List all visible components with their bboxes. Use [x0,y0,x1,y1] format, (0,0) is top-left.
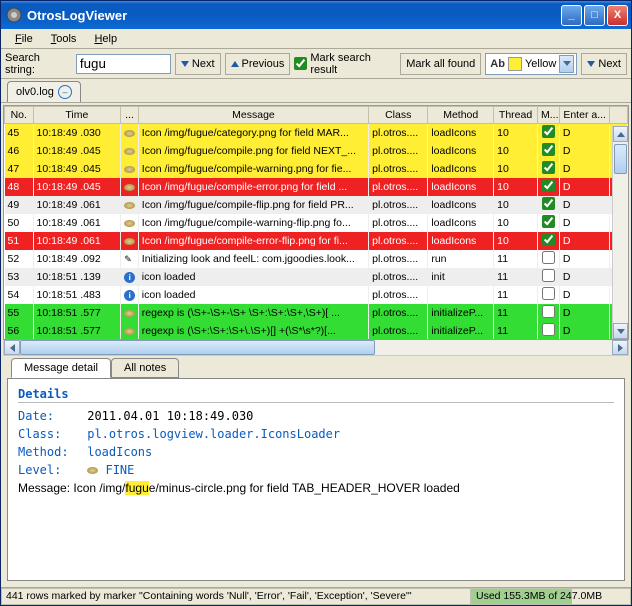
mark-checkbox[interactable] [542,251,555,264]
search-input[interactable] [76,54,171,74]
table-row[interactable]: 4910:18:49 .061Icon /img/fugue/compile-f… [5,196,628,214]
mark-checkbox[interactable] [542,305,555,318]
scroll-down-button[interactable] [613,323,628,339]
color-dropdown[interactable]: Ab Yellow [485,53,577,75]
mark-checkbox[interactable] [542,233,555,246]
next-button[interactable]: Next [175,53,221,75]
mark-checkbox[interactable] [542,179,555,192]
tab-all-notes[interactable]: All notes [111,358,179,378]
col-enter[interactable]: Enter a... [559,107,609,124]
mark-checkbox[interactable] [542,287,555,300]
table-row[interactable]: 5310:18:51 .139iicon loadedpl.otros....i… [5,268,628,286]
col-no[interactable]: No. [5,107,34,124]
menu-help[interactable]: Help [86,31,125,47]
arrow-down-icon [181,61,189,67]
app-icon [6,7,22,23]
status-message: 441 rows marked by marker "Containing wo… [1,588,471,605]
search-label: Search string: [5,52,72,76]
col-time[interactable]: Time [33,107,121,124]
scroll-up-button[interactable] [613,126,628,142]
minimize-button[interactable]: _ [561,5,582,26]
hscroll-thumb[interactable] [20,340,375,355]
close-tab-icon[interactable]: – [58,85,72,99]
arrow-up-icon [231,61,239,67]
tab-message-detail[interactable]: Message detail [11,358,111,378]
menubar: File Tools Help [1,29,631,49]
horizontal-scrollbar[interactable] [3,340,629,356]
previous-button[interactable]: Previous [225,53,291,75]
dropdown-arrow-icon [559,55,574,73]
table-row[interactable]: 5510:18:51 .577regexp is (\S+-\S+-\S+ \S… [5,304,628,322]
maximize-button[interactable]: □ [584,5,605,26]
scroll-right-button[interactable] [612,340,628,355]
mark-checkbox[interactable] [542,161,555,174]
titlebar[interactable]: OtrosLogViewer _ □ X [1,1,631,29]
col-class[interactable]: Class [369,107,428,124]
menu-file[interactable]: File [7,31,41,47]
col-level[interactable]: ... [121,107,139,124]
table-row[interactable]: 5110:18:49 .061Icon /img/fugue/compile-e… [5,232,628,250]
col-method[interactable]: Method [428,107,494,124]
detail-panel: Details Date: 2011.04.01 10:18:49.030 Cl… [7,378,625,581]
level-icon [87,467,98,474]
col-thread[interactable]: Thread [494,107,538,124]
table-row[interactable]: 5210:18:49 .092✎Initializing look and fe… [5,250,628,268]
mark-search-checkbox[interactable]: Mark search result [294,52,396,76]
table-row[interactable]: 4610:18:49 .045Icon /img/fugue/compile.p… [5,142,628,160]
statusbar: 441 rows marked by marker "Containing wo… [1,587,631,605]
scroll-thumb[interactable] [614,144,627,174]
menu-tools[interactable]: Tools [43,31,85,47]
color-swatch-icon [508,57,522,71]
arrow-down-icon [587,61,595,67]
memory-indicator[interactable]: Used 155.3MB of 247.0MB [471,588,631,605]
mark-checkbox[interactable] [542,269,555,282]
table-row[interactable]: 5010:18:49 .061Icon /img/fugue/compile-w… [5,214,628,232]
mark-checkbox[interactable] [542,197,555,210]
mark-checkbox[interactable] [542,215,555,228]
mark-checkbox[interactable] [542,125,555,138]
mark-checkbox[interactable] [542,323,555,336]
vertical-scrollbar[interactable] [612,126,628,339]
log-table[interactable]: No. Time ... Message Class Method Thread… [3,105,629,340]
table-row[interactable]: 5410:18:51 .483iicon loadedpl.otros....1… [5,286,628,304]
detail-tabbar: Message detail All notes [3,356,629,378]
window-title: OtrosLogViewer [27,8,559,23]
scroll-left-button[interactable] [4,340,20,355]
next2-button[interactable]: Next [581,53,627,75]
tab-olv0[interactable]: olv0.log – [7,81,81,102]
table-row[interactable]: 5610:18:51 .577regexp is (\S+:\S+:\S+\.\… [5,322,628,340]
detail-group-title: Details [18,387,614,403]
col-message[interactable]: Message [138,107,368,124]
mark-all-button[interactable]: Mark all found [400,53,481,75]
document-tabbar: olv0.log – [1,79,631,103]
close-button[interactable]: X [607,5,628,26]
table-row[interactable]: 4710:18:49 .045Icon /img/fugue/compile-w… [5,160,628,178]
table-row[interactable]: 4810:18:49 .045Icon /img/fugue/compile-e… [5,178,628,196]
col-mark[interactable]: M... [538,107,560,124]
mark-checkbox[interactable] [542,143,555,156]
table-row[interactable]: 4510:18:49 .030Icon /img/fugue/category.… [5,124,628,143]
search-toolbar: Search string: Next Previous Mark search… [1,49,631,79]
